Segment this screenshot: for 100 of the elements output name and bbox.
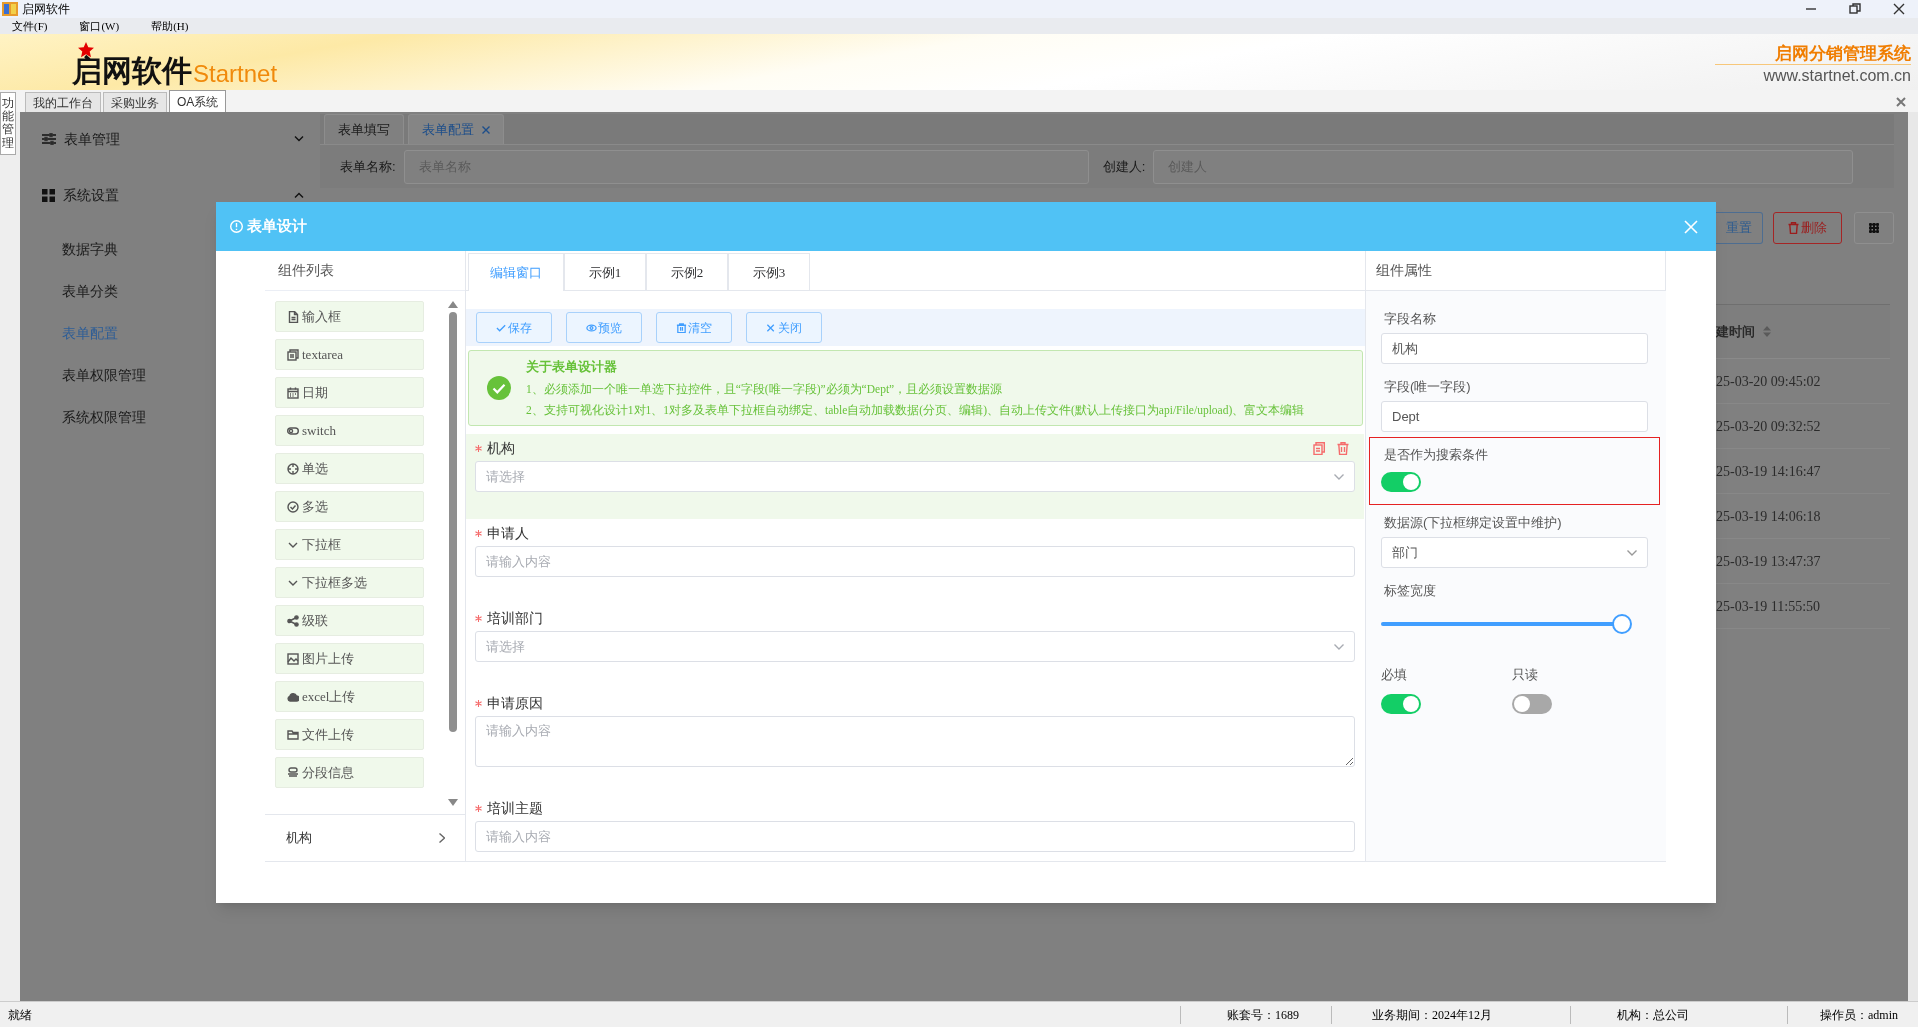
designer-tab[interactable]: 示例3 xyxy=(728,253,810,291)
input-field[interactable]: 机构 xyxy=(1381,333,1648,364)
textarea-field[interactable]: 请输入内容 xyxy=(475,716,1355,767)
property-label: 必填 xyxy=(1381,666,1407,684)
notice-text: 1、必须添加一个唯一单选下拉控件，且“字段(唯一字段)”必须为“Dept”，且必须设置数据源 xyxy=(526,381,1004,398)
field-label: 申请原因 xyxy=(487,694,543,713)
menu-item[interactable]: 文件(F) xyxy=(11,17,49,35)
panel-title: 组件属性 xyxy=(1366,251,1666,291)
grid-button[interactable] xyxy=(1854,212,1894,244)
component-item[interactable]: 单选 xyxy=(275,453,424,484)
selected-field[interactable]: 机构 请选择 xyxy=(466,434,1364,519)
status-text: 就绪 xyxy=(7,1006,32,1024)
menu-item[interactable]: 窗口(W) xyxy=(78,17,121,35)
column-header: 建时间 xyxy=(1716,322,1755,341)
check-circle-icon xyxy=(487,376,511,400)
notice-title: 关于表单设计器 xyxy=(526,358,618,376)
share-icon xyxy=(287,614,299,627)
chevron-icon xyxy=(1627,549,1637,556)
property-label: 字段名称 xyxy=(1384,310,1436,328)
field-label: 申请人 xyxy=(487,524,529,543)
field-label: 培训部门 xyxy=(487,609,543,628)
field-label: 表单名称: xyxy=(340,157,396,176)
component-item[interactable]: switch xyxy=(275,415,424,446)
component-item[interactable]: 分段信息 xyxy=(275,757,424,788)
status-text: 机构：总公司 xyxy=(1570,1005,1787,1024)
workspace-tab[interactable]: 我的工作台 xyxy=(25,92,101,112)
input-field[interactable]: 请输入内容 xyxy=(475,821,1355,852)
logo-latin-text: Startnet xyxy=(193,62,278,86)
chevron-icon xyxy=(439,833,445,843)
menu-item[interactable]: 帮助(H) xyxy=(150,17,190,35)
component-item[interactable]: 多选 xyxy=(275,491,424,522)
field-label: 机构 xyxy=(487,439,515,458)
website-text: www.startnet.com.cn xyxy=(1763,66,1911,86)
designer-tab[interactable]: 示例1 xyxy=(564,253,646,291)
workspace-tab[interactable]: 采购业务 xyxy=(103,92,167,112)
logo-text: 启网软件 xyxy=(72,56,192,86)
table-cell-text: 25-03-20 09:45:02 xyxy=(1716,372,1821,391)
component-item[interactable]: 下拉框 xyxy=(275,529,424,560)
component-item[interactable]: 级联 xyxy=(275,605,424,636)
toggle-switch[interactable] xyxy=(1511,694,1552,714)
component-item[interactable]: 输入框 xyxy=(275,301,424,332)
workspace-tab[interactable]: OA系统 xyxy=(169,90,227,112)
trash-icon[interactable] xyxy=(1337,442,1349,455)
sort-icon[interactable] xyxy=(1763,326,1771,337)
component-item[interactable]: 图片上传 xyxy=(275,643,424,674)
component-item[interactable]: 下拉框多选 xyxy=(275,567,424,598)
chevron-icon xyxy=(1334,643,1344,650)
side-tab[interactable]: 功能管理 xyxy=(0,92,16,155)
property-label: 标签宽度 xyxy=(1384,582,1436,600)
image-icon xyxy=(287,652,299,665)
notice-text: 2、支持可视化设计1对1、1对多及表单下拉框自动绑定、table自动加载数据(分页、编辑)、自动上传文件(默认上传接口为api/File/upload)、富文本编辑 xyxy=(526,402,1305,419)
trash-icon xyxy=(676,322,687,333)
check-circle-icon xyxy=(287,500,299,513)
component-item[interactable]: 文件上传 xyxy=(275,719,424,750)
check-icon xyxy=(496,322,507,333)
property-label: 字段(唯一字段) xyxy=(1384,378,1471,396)
page-tab[interactable]: 表单填写 xyxy=(324,114,404,144)
dialog-title: 表单设计 xyxy=(247,216,307,237)
table-cell-text: 25-03-20 09:32:52 xyxy=(1716,417,1821,436)
folder-icon xyxy=(287,728,299,741)
scroll-down-icon[interactable] xyxy=(448,799,458,806)
field-label: 培训主题 xyxy=(487,799,543,818)
copy-icon xyxy=(287,348,299,361)
property-label: 是否作为搜索条件 xyxy=(1384,446,1488,464)
crosshair-icon xyxy=(287,462,299,475)
toggle-switch[interactable] xyxy=(1381,472,1421,492)
cloud-icon xyxy=(287,690,299,703)
status-text: 账套号：1689 xyxy=(1180,1005,1331,1024)
sliders-icon xyxy=(42,133,56,145)
component-item[interactable]: textarea xyxy=(275,339,424,370)
eye-icon xyxy=(586,322,597,333)
close-icon[interactable] xyxy=(1892,2,1906,16)
layers-icon xyxy=(287,766,299,779)
restore-icon[interactable] xyxy=(1848,2,1862,16)
chevron-icon xyxy=(1334,473,1344,480)
close-icon xyxy=(766,322,777,333)
calendar-icon xyxy=(287,386,299,399)
collapse-item[interactable]: 机构 xyxy=(265,814,465,861)
system-name: 启网分销管理系统 xyxy=(1715,43,1911,65)
toggle-switch[interactable] xyxy=(1381,694,1421,714)
component-item[interactable]: excel上传 xyxy=(275,681,424,712)
sidebar-group[interactable]: 表单管理 xyxy=(20,116,320,162)
panel-title: 组件列表 xyxy=(265,251,465,291)
scroll-up-icon[interactable] xyxy=(448,301,458,308)
grid-icon xyxy=(1869,223,1879,233)
designer-tab[interactable]: 示例2 xyxy=(646,253,728,291)
grid-icon xyxy=(42,188,55,202)
select-field[interactable]: 部门 xyxy=(1381,537,1648,568)
component-item[interactable]: 日期 xyxy=(275,377,424,408)
property-label: 只读 xyxy=(1511,666,1538,684)
input-field[interactable]: Dept xyxy=(1381,401,1648,432)
status-text: 业务期间：2024年12月 xyxy=(1331,1005,1570,1024)
toggle-icon xyxy=(287,424,299,437)
input-field[interactable]: 请输入内容 xyxy=(475,546,1355,577)
trash-icon xyxy=(1788,222,1799,234)
sidebar-group[interactable]: 系统设置 xyxy=(20,172,320,218)
document-icon xyxy=(287,310,299,323)
window-title: 启网软件 xyxy=(22,1,70,18)
table-cell-text: 25-03-19 14:06:18 xyxy=(1716,507,1821,526)
copy-icon[interactable] xyxy=(1313,442,1325,455)
